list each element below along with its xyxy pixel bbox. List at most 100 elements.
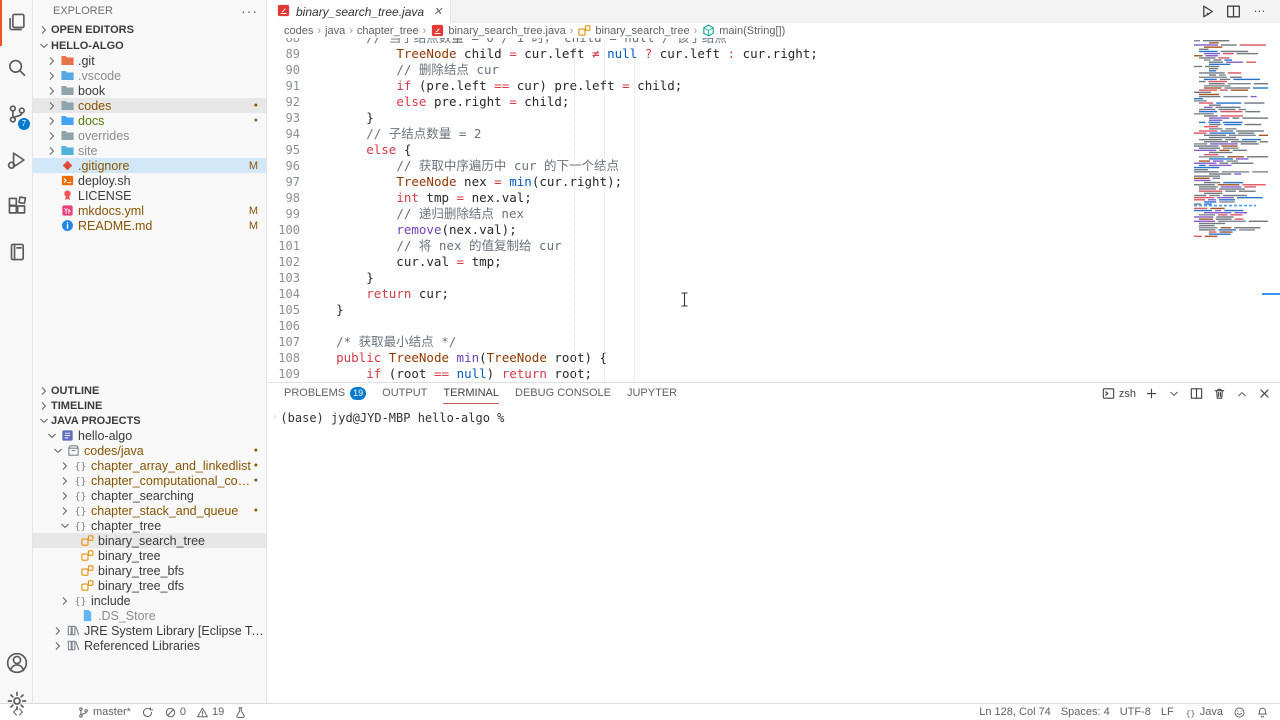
panel-chevron-up-icon[interactable] — [1235, 387, 1249, 401]
activity-search-icon[interactable] — [0, 48, 33, 88]
section-timeline[interactable]: TIMELINE — [33, 398, 266, 413]
panel-tab-output[interactable]: OUTPUT — [382, 383, 427, 404]
tree-item-binary_tree_bfs[interactable]: binary_tree_bfs — [33, 563, 266, 578]
status-master-[interactable]: master* — [72, 704, 136, 720]
tree-item-Referenced Libraries[interactable]: Referenced Libraries — [33, 638, 266, 653]
code-editor[interactable]: 88 // 当子结点数量 = 0 / 1 时， child = null / 该… — [268, 38, 1190, 381]
chevron-right-icon — [45, 54, 59, 68]
activity-settings-gear-icon[interactable] — [0, 681, 33, 720]
line-number: 101 — [268, 238, 300, 254]
tree-item-binary_tree_dfs[interactable]: binary_tree_dfs — [33, 578, 266, 593]
status-lf[interactable]: LF — [1156, 704, 1179, 720]
tree-item-hello-algo[interactable]: hello-algo — [33, 428, 266, 443]
run-icon[interactable] — [1199, 3, 1216, 20]
tree-item-LICENSE[interactable]: LICENSE — [33, 188, 266, 203]
status-bell-icon[interactable] — [1251, 704, 1274, 720]
tree-item-docs[interactable]: docs● — [33, 113, 266, 128]
breadcrumb-label: codes — [284, 25, 313, 37]
section-open-editors[interactable]: OPEN EDITORS — [33, 22, 266, 37]
dot-badge: ● — [254, 462, 266, 469]
braces-icon: {} — [72, 488, 89, 503]
panel-split-panel-icon[interactable] — [1189, 386, 1204, 401]
panel-tab-label: OUTPUT — [382, 387, 427, 399]
activity-notebook-icon[interactable] — [0, 232, 33, 272]
tree-item-.gitignore[interactable]: .gitignoreM — [33, 158, 266, 173]
status-utf-8[interactable]: UTF-8 — [1115, 704, 1156, 720]
tree-item-mkdocs.yml[interactable]: mkdocs.ymlM — [33, 203, 266, 218]
minimap[interactable] — [1190, 38, 1268, 381]
breadcrumb-separator: › — [349, 25, 353, 37]
status-label: 0 — [180, 706, 186, 718]
code-text: // 删除结点 cur — [300, 62, 499, 78]
activity-files-icon[interactable] — [0, 2, 33, 42]
panel-tab-terminal[interactable]: TERMINAL — [443, 383, 499, 404]
symbol-class-icon — [79, 548, 96, 563]
status-beaker-icon[interactable] — [229, 704, 252, 720]
tree-item-label: binary_tree_bfs — [96, 564, 184, 578]
breadcrumb-item[interactable]: binary_search_tree.java — [430, 23, 565, 38]
tree-item-chapter_computational_complexity[interactable]: {}chapter_computational_complexity● — [33, 473, 266, 488]
terminal-output[interactable]: ◦ (base) jyd@JYD-MBP hello-algo % — [272, 411, 504, 425]
section-java-projects[interactable]: JAVA PROJECTS — [33, 413, 266, 428]
tree-item-chapter_array_and_linkedlist[interactable]: {}chapter_array_and_linkedlist● — [33, 458, 266, 473]
tree-item-README.md[interactable]: README.mdM — [33, 218, 266, 233]
terminal-picker[interactable]: zsh — [1101, 386, 1136, 401]
tree-item-chapter_stack_and_queue[interactable]: {}chapter_stack_and_queue● — [33, 503, 266, 518]
status-java[interactable]: {}Java — [1179, 704, 1228, 720]
symbol-class-icon — [79, 563, 96, 578]
status-sync-icon[interactable] — [136, 704, 159, 720]
line-number: 105 — [268, 302, 300, 318]
tree-item-binary_search_tree[interactable]: binary_search_tree — [33, 533, 266, 548]
panel-tab-problems[interactable]: PROBLEMS19 — [284, 383, 366, 404]
section-outline[interactable]: OUTLINE — [33, 383, 266, 398]
panel-trash-icon[interactable] — [1212, 386, 1227, 401]
tree-item-include[interactable]: {}include — [33, 593, 266, 608]
status-19[interactable]: 19 — [191, 704, 229, 720]
tree-item-chapter_tree[interactable]: {}chapter_tree — [33, 518, 266, 533]
tree-item-site[interactable]: site — [33, 143, 266, 158]
breadcrumb-item[interactable]: binary_search_tree — [577, 23, 689, 38]
breadcrumb-item[interactable]: codes — [284, 25, 313, 37]
panel-plus-icon[interactable] — [1144, 386, 1159, 401]
explorer-more-actions[interactable]: ··· — [241, 3, 258, 19]
status-spaces-4[interactable]: Spaces: 4 — [1056, 704, 1115, 720]
tree-item-codes/java[interactable]: codes/java● — [33, 443, 266, 458]
tree-item-binary_tree[interactable]: binary_tree — [33, 548, 266, 563]
activity-source-control-icon[interactable]: 7 — [0, 94, 33, 134]
tree-item-chapter_searching[interactable]: {}chapter_searching — [33, 488, 266, 503]
breadcrumb-item[interactable]: main(String[]) — [701, 23, 785, 38]
panel-tab-jupyter[interactable]: JUPYTER — [627, 383, 677, 404]
tree-item-book[interactable]: book — [33, 83, 266, 98]
ellipsis-icon[interactable]: ··· — [1251, 3, 1268, 20]
breadcrumb-item[interactable]: chapter_tree — [357, 25, 419, 37]
breadcrumb-item[interactable]: java — [325, 25, 345, 37]
code-line-93: 93 } — [268, 110, 1190, 126]
tree-item-codes[interactable]: codes● — [33, 98, 266, 113]
panel-chevron-down-icon[interactable] — [1167, 387, 1181, 401]
bell-icon — [1256, 706, 1269, 719]
tree-item-JRE System Library [Eclipse Temurin 17 [17...[interactable]: JRE System Library [Eclipse Temurin 17 [… — [33, 623, 266, 638]
section-root-folder[interactable]: HELLO-ALGO — [33, 38, 266, 53]
activity-run-debug-icon[interactable] — [0, 140, 33, 180]
activity-account-icon[interactable] — [0, 643, 33, 683]
git-branch-icon — [77, 706, 90, 719]
code-text: // 递归删除结点 nex — [300, 206, 524, 222]
activity-extensions-icon[interactable] — [0, 186, 33, 226]
status-ln-128-col-74[interactable]: Ln 128, Col 74 — [974, 704, 1056, 720]
line-number: 102 — [268, 254, 300, 270]
tab-binary-search-tree[interactable]: binary_search_tree.java ✕ — [268, 0, 451, 23]
java-file-icon — [276, 3, 291, 21]
code-text: if (pre.left == cur) pre.left = child; — [300, 78, 682, 94]
tree-item-overrides[interactable]: overrides — [33, 128, 266, 143]
status-0[interactable]: 0 — [159, 704, 191, 720]
status-feedback-icon[interactable] — [1228, 704, 1251, 720]
tab-close-icon[interactable]: ✕ — [429, 5, 442, 18]
tree-item-.vscode[interactable]: .vscode — [33, 68, 266, 83]
tree-item-deploy.sh[interactable]: deploy.sh — [33, 173, 266, 188]
tree-item-.git[interactable]: .git — [33, 53, 266, 68]
panel-tab-debug-console[interactable]: DEBUG CONSOLE — [515, 383, 611, 404]
folder-icon — [59, 68, 76, 83]
split-editor-icon[interactable] — [1225, 3, 1242, 20]
panel-close-icon[interactable] — [1257, 386, 1272, 401]
tree-item-.DS_Store[interactable]: .DS_Store — [33, 608, 266, 623]
